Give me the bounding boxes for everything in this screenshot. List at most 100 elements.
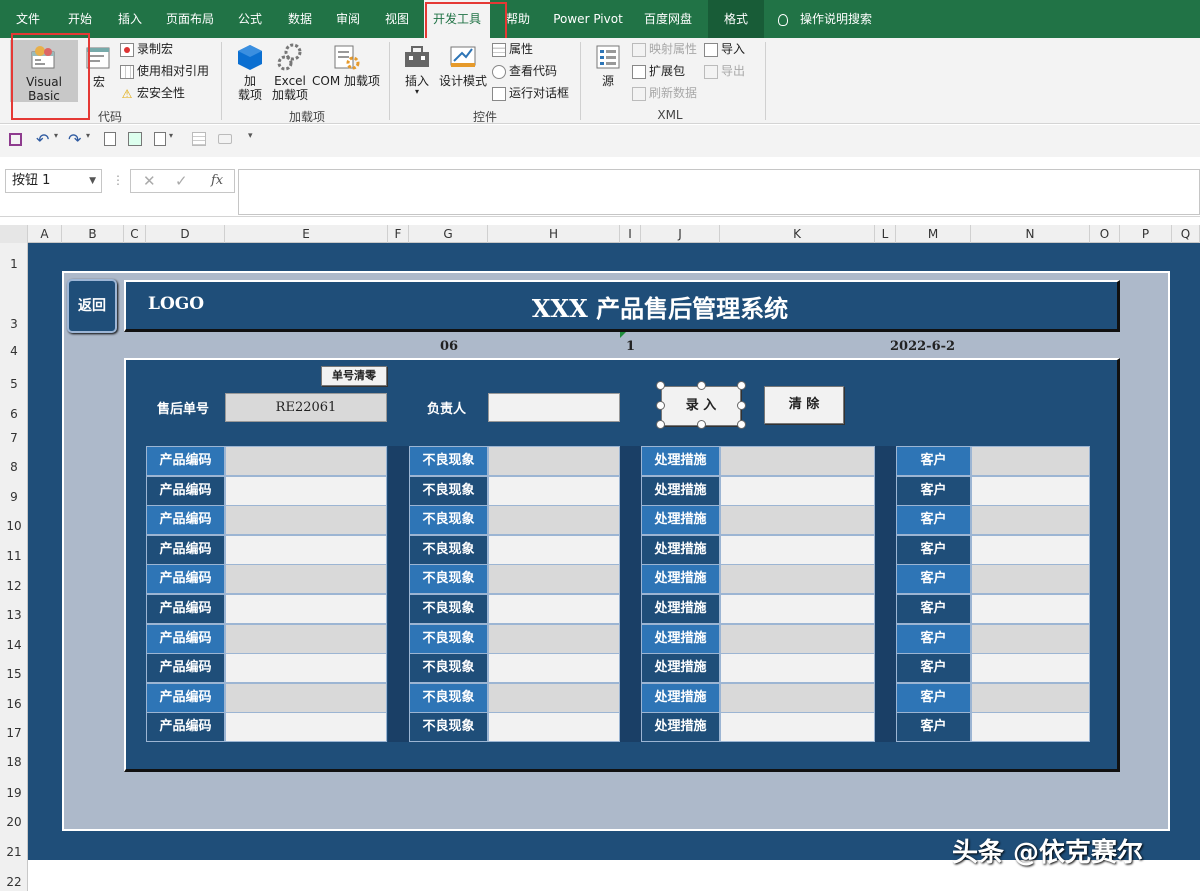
treatment-input[interactable] [720,505,875,535]
owner-field[interactable] [488,393,620,422]
macros-button[interactable]: 宏 [82,40,116,102]
visual-basic-button[interactable]: Visual Basic [10,40,78,103]
treatment-input[interactable] [720,476,875,506]
customer-input[interactable] [971,653,1090,683]
treatment-input[interactable] [720,446,875,476]
xml-import-button[interactable]: 导入 [704,40,745,58]
chevron-down-icon[interactable]: ▾ [86,131,90,140]
insert-control-button[interactable]: 插入 ▾ [400,40,434,104]
spelling-icon[interactable] [128,132,142,146]
column-header[interactable]: A [28,225,62,243]
clear-order-number-button[interactable]: 单号清零 [321,366,387,386]
row-header[interactable]: 11 [0,549,28,563]
column-header[interactable]: G [409,225,488,243]
view-code-button[interactable]: 查看代码 [492,62,557,80]
defect-input[interactable] [488,505,620,535]
resize-handle[interactable] [737,420,746,429]
customer-input[interactable] [971,476,1090,506]
column-header[interactable]: H [488,225,620,243]
defect-input[interactable] [488,476,620,506]
product-code-input[interactable] [225,683,387,713]
treatment-input[interactable] [720,653,875,683]
print-preview-icon[interactable] [104,132,116,146]
refresh-data-button[interactable]: 刷新数据 [632,84,697,102]
run-dialog-button[interactable]: 运行对话框 [492,84,569,102]
formula-input[interactable] [238,169,1200,215]
treatment-input[interactable] [720,624,875,654]
addins-button[interactable]: 加 载项 [232,40,268,104]
enter-icon[interactable]: ✓ [175,172,188,190]
row-header[interactable]: 7 [0,431,28,445]
cancel-icon[interactable]: ✕ [143,172,156,190]
treatment-input[interactable] [720,564,875,594]
tab-formulas[interactable]: 公式 [230,0,270,38]
column-header[interactable]: P [1120,225,1172,243]
tab-home[interactable]: 开始 [58,0,102,38]
row-header[interactable]: 9 [0,490,28,504]
row-header[interactable]: 10 [0,519,28,533]
row-header[interactable]: 4 [0,344,28,358]
tab-help[interactable]: 帮助 [500,0,536,38]
row-header[interactable]: 15 [0,667,28,681]
column-header[interactable]: E [225,225,388,243]
chevron-down-icon[interactable]: ▾ [54,131,58,140]
row-header[interactable]: 8 [0,460,28,474]
column-header[interactable]: D [146,225,225,243]
resize-handle[interactable] [737,381,746,390]
tell-me-search[interactable]: 操作说明搜索 [778,0,888,38]
defect-input[interactable] [488,653,620,683]
row-header[interactable]: 5 [0,377,28,391]
tab-page-layout[interactable]: 页面布局 [160,0,220,38]
select-all-corner[interactable] [0,225,28,243]
customer-input[interactable] [971,564,1090,594]
map-properties-button[interactable]: 映射属性 [632,40,697,58]
product-code-input[interactable] [225,476,387,506]
resize-handle[interactable] [656,381,665,390]
row-header[interactable]: 13 [0,608,28,622]
row-header[interactable]: 18 [0,755,28,769]
row-header[interactable]: 16 [0,697,28,711]
customer-input[interactable] [971,594,1090,624]
row-header[interactable]: 14 [0,638,28,652]
insert-function-icon[interactable]: fx [211,173,223,188]
row-header[interactable]: 19 [0,786,28,800]
customize-toolbar-icon[interactable]: ▾ [248,131,253,141]
row-header[interactable]: 12 [0,579,28,593]
defect-input[interactable] [488,624,620,654]
product-code-input[interactable] [225,505,387,535]
product-code-input[interactable] [225,712,387,742]
defect-input[interactable] [488,564,620,594]
column-header[interactable]: J [641,225,720,243]
undo-icon[interactable]: ↶ [36,130,49,149]
defect-input[interactable] [488,712,620,742]
product-code-input[interactable] [225,594,387,624]
defect-input[interactable] [488,446,620,476]
treatment-input[interactable] [720,683,875,713]
product-code-input[interactable] [225,624,387,654]
tab-file[interactable]: 文件 [6,0,50,38]
row-header[interactable]: 22 [0,875,28,889]
column-header[interactable]: C [124,225,146,243]
column-header[interactable]: Q [1172,225,1200,243]
treatment-input[interactable] [720,712,875,742]
column-header[interactable]: K [720,225,875,243]
row-header[interactable]: 3 [0,317,28,331]
treatment-input[interactable] [720,594,875,624]
product-code-input[interactable] [225,535,387,565]
column-header[interactable]: L [875,225,896,243]
column-header[interactable]: O [1090,225,1120,243]
treatment-input[interactable] [720,535,875,565]
com-addins-button[interactable]: COM 加载项 [312,40,380,104]
name-box[interactable]: 按钮 1 ▼ [5,169,102,193]
xml-source-button[interactable]: 源 [592,40,624,104]
tab-developer[interactable]: 开发工具 [424,0,490,38]
column-header[interactable]: N [971,225,1090,243]
back-button[interactable]: 返回 [67,279,117,333]
resize-handle[interactable] [656,420,665,429]
order-number-field[interactable]: RE22061 [225,393,387,422]
customer-input[interactable] [971,683,1090,713]
row-header[interactable]: 17 [0,726,28,740]
defect-input[interactable] [488,683,620,713]
customer-input[interactable] [971,446,1090,476]
product-code-input[interactable] [225,653,387,683]
